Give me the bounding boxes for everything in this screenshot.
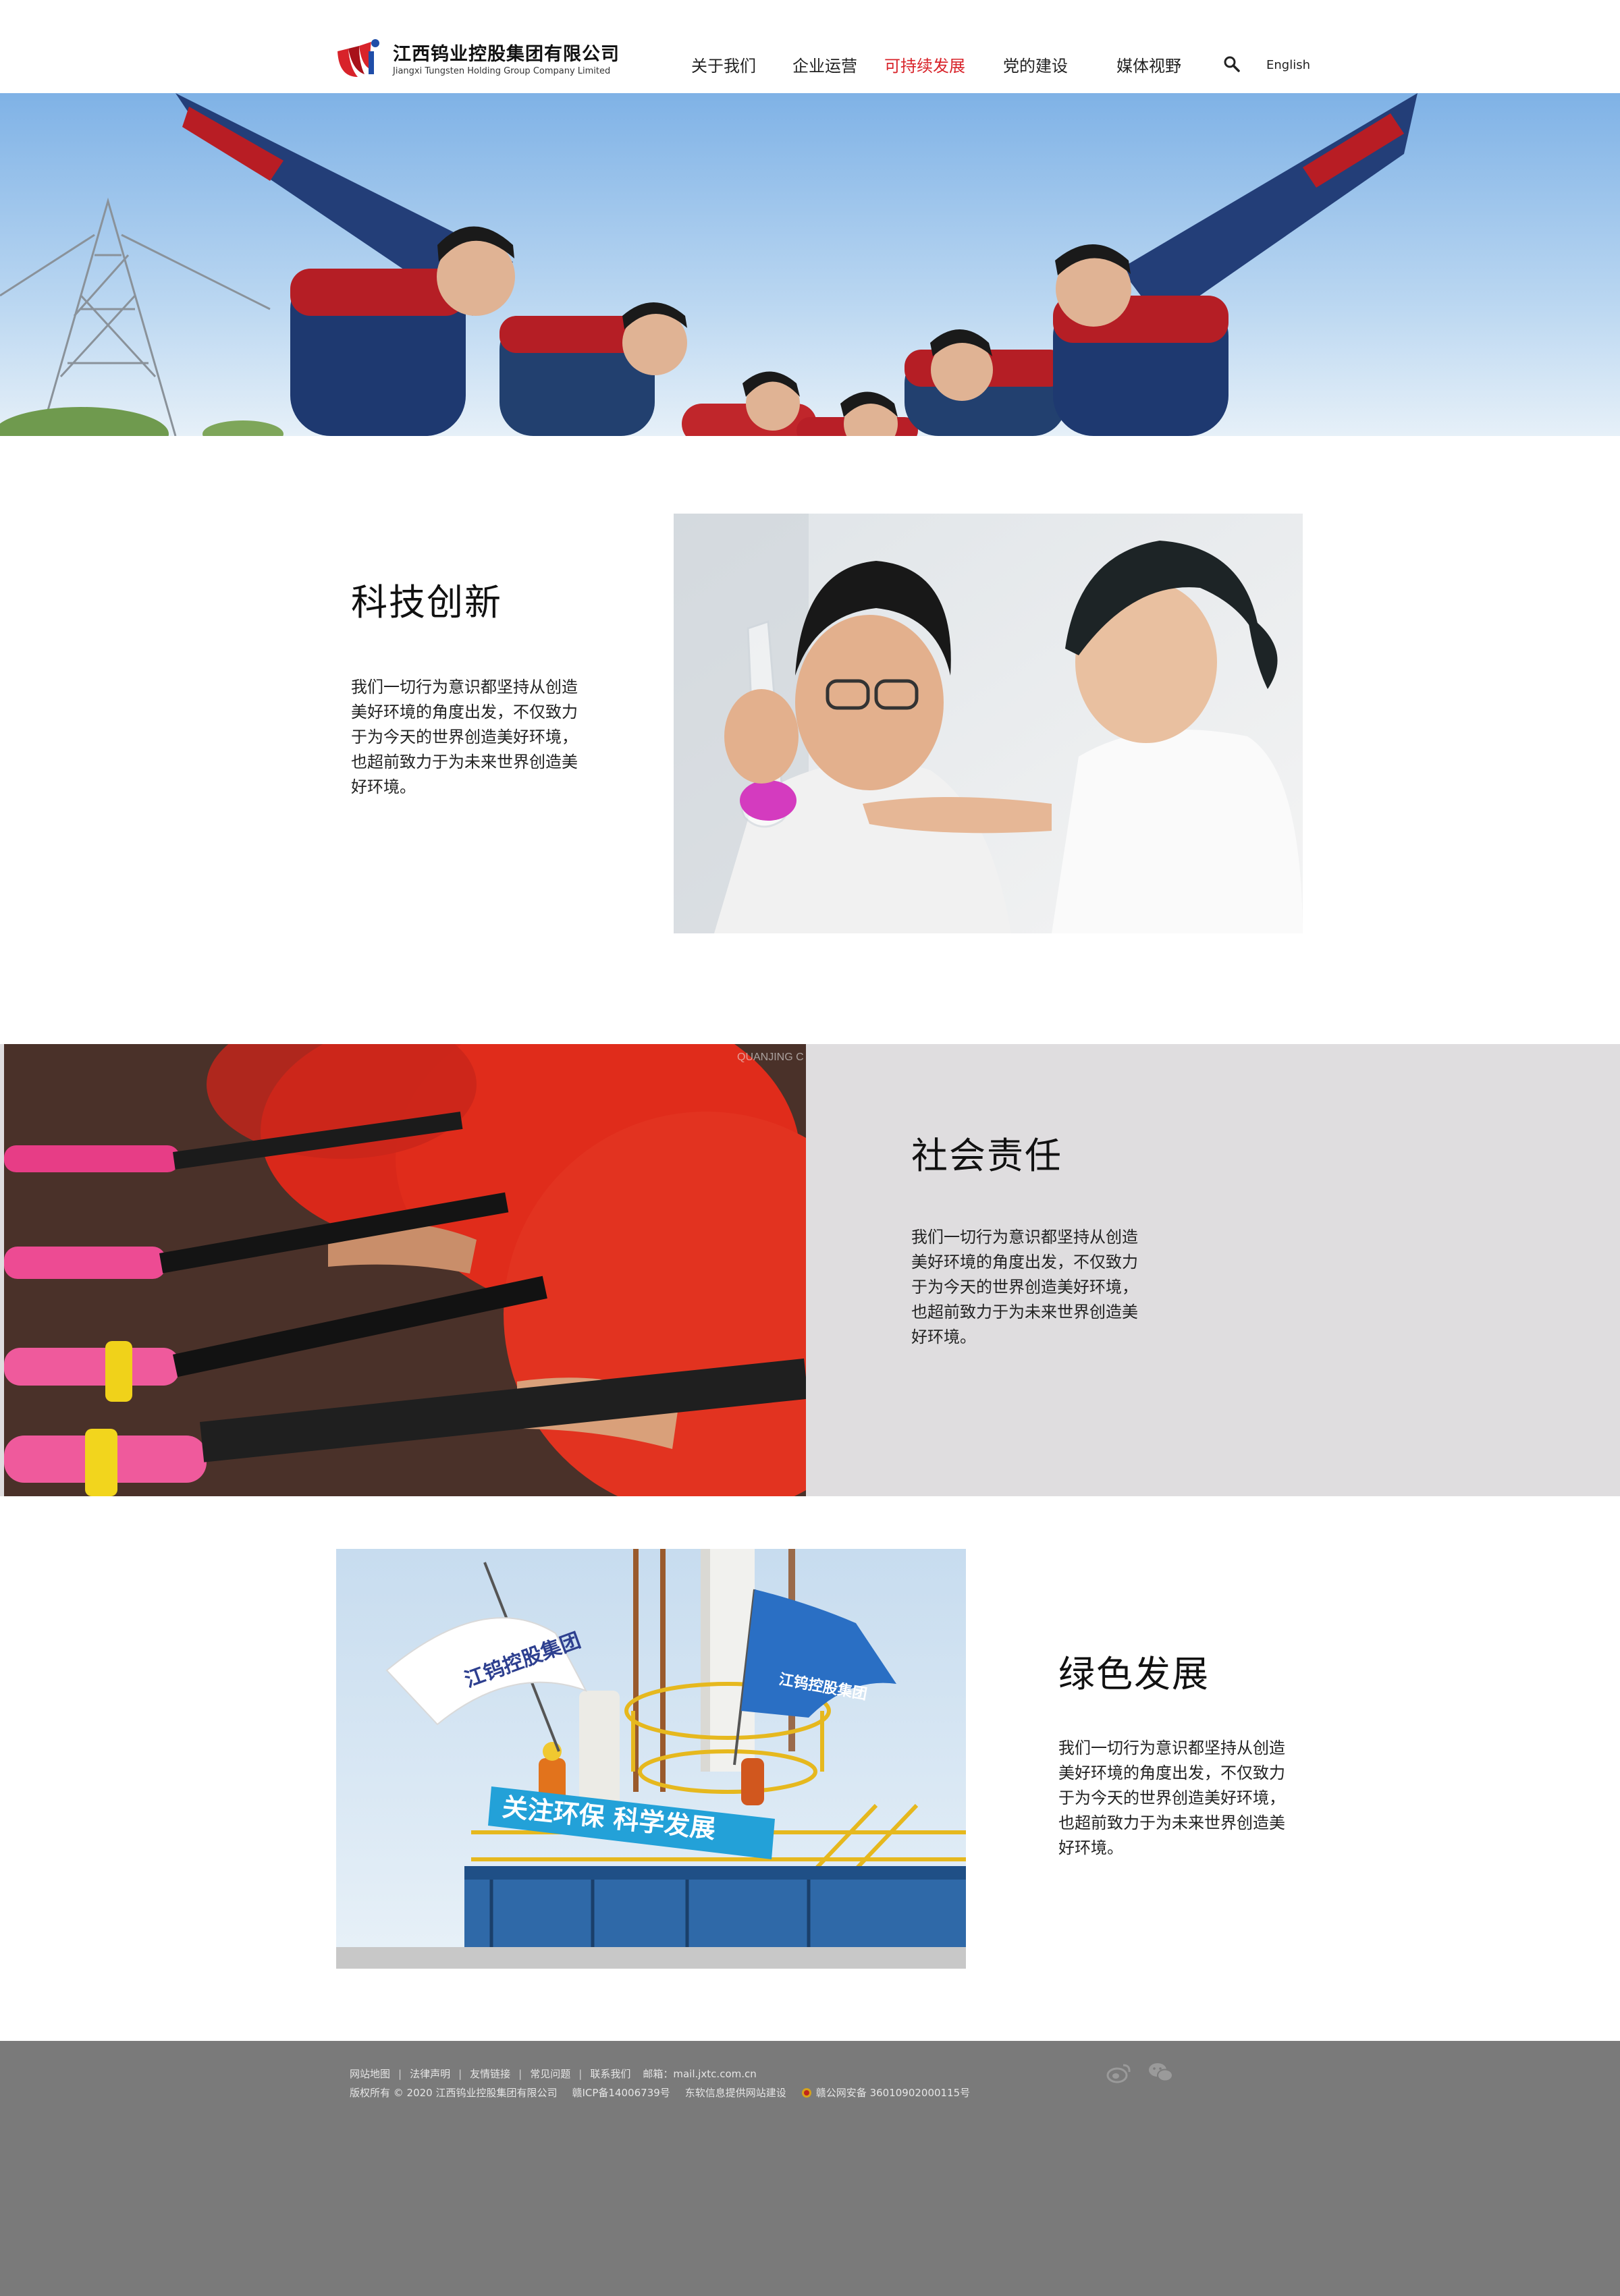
footer-link-faq[interactable]: 常见问题 (530, 2067, 570, 2081)
nav-item-operations[interactable]: 企业运营 (792, 53, 857, 76)
section-body-green: 我们一切行为意识都坚持从创造美好环境的角度出发，不仅致力于为今天的世界创造美好环… (1058, 1739, 1285, 1857)
footer-copyright-line: 版权所有 © 2020 江西钨业控股集团有限公司 赣ICP备14006739号 … (350, 2085, 970, 2100)
footer-divider: | (518, 2067, 522, 2080)
nav-item-media[interactable]: 媒体视野 (1116, 53, 1181, 76)
search-icon[interactable] (1223, 55, 1241, 73)
language-switch-link[interactable]: English (1266, 58, 1310, 72)
tech-lab-photo (674, 514, 1303, 933)
section-title-tech: 科技创新 (351, 581, 502, 624)
nav-item-sustainability[interactable]: 可持续发展 (884, 53, 965, 76)
footer-copyright: 版权所有 © 2020 江西钨业控股集团有限公司 (350, 2087, 558, 2099)
footer-link-sitemap[interactable]: 网站地图 (350, 2067, 390, 2081)
weibo-icon[interactable] (1106, 2061, 1133, 2084)
footer-builder: 东软信息提供网站建设 (684, 2087, 786, 2099)
footer-link-friends[interactable]: 友情链接 (470, 2067, 510, 2081)
footer-link-legal[interactable]: 法律声明 (410, 2067, 450, 2081)
footer-mail-label: 邮箱： (643, 2068, 674, 2080)
hero-banner-image (0, 93, 1620, 436)
section-body-social: 我们一切行为意识都坚持从创造美好环境的角度出发，不仅致力于为今天的世界创造美好环… (911, 1228, 1138, 1346)
footer-divider: | (398, 2067, 402, 2080)
green-development-photo: 江钨控股集团 江钨控股集团 关注环保 科学发展 (336, 1549, 966, 1969)
nav-item-about[interactable]: 关于我们 (691, 53, 756, 76)
company-logo[interactable]: 江西钨业控股集团有限公司 Jiangxi Tungsten Holding Gr… (335, 36, 620, 85)
logo-english-name: Jiangxi Tungsten Holding Group Company L… (393, 66, 611, 76)
footer-mail-link[interactable]: mail.jxtc.com.cn (673, 2068, 756, 2080)
section-title-green: 绿色发展 (1058, 1653, 1210, 1695)
social-rowing-photo: QUANJING C (4, 1044, 806, 1496)
wechat-icon[interactable] (1148, 2061, 1174, 2084)
police-badge-icon (801, 2087, 811, 2098)
nav-item-party[interactable]: 党的建设 (1003, 53, 1068, 76)
footer-divider: | (458, 2067, 462, 2080)
main-nav: 关于我们 企业运营 可持续发展 党的建设 媒体视野 (691, 53, 1181, 76)
site-footer: 网站地图 | 法律声明 | 友情链接 | 常见问题 | 联系我们 邮箱： mai… (0, 2041, 1620, 2296)
logo-mark-icon (338, 39, 379, 77)
photo-watermark: QUANJING C (737, 1051, 804, 1063)
footer-link-contact[interactable]: 联系我们 (590, 2067, 630, 2081)
footer-police-link[interactable]: 赣公网安备 36010902000115号 (816, 2085, 970, 2100)
footer-divider: | (578, 2067, 583, 2080)
site-header: 江西钨业控股集团有限公司 Jiangxi Tungsten Holding Gr… (0, 0, 1620, 93)
section-title-social: 社会责任 (911, 1135, 1062, 1177)
logo-chinese-name: 江西钨业控股集团有限公司 (393, 44, 620, 65)
footer-links: 网站地图 | 法律声明 | 友情链接 | 常见问题 | 联系我们 邮箱： mai… (350, 2067, 757, 2081)
section-body-tech: 我们一切行为意识都坚持从创造美好环境的角度出发，不仅致力于为今天的世界创造美好环… (351, 678, 578, 796)
footer-icp-link[interactable]: 赣ICP备14006739号 (572, 2085, 670, 2100)
